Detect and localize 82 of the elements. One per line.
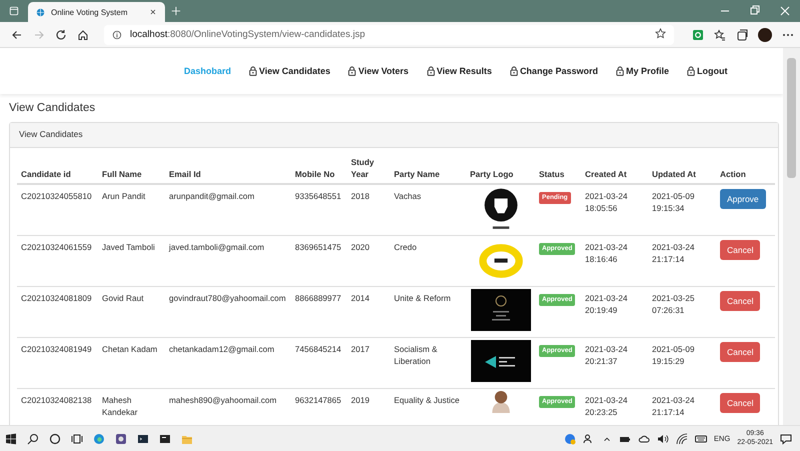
favorite-star-icon[interactable] (655, 28, 666, 38)
column-header: Action (716, 156, 775, 184)
profile-avatar[interactable] (758, 28, 772, 42)
table-cell: 2021-03-24 18:16:46 (581, 236, 648, 287)
close-icon[interactable] (149, 8, 157, 16)
column-header: Created At (581, 156, 648, 184)
table-cell: Unite & Reform (390, 286, 466, 338)
home-icon[interactable] (77, 28, 89, 40)
wifi-icon[interactable] (676, 432, 688, 444)
scrollbar[interactable] (783, 48, 800, 425)
table-cell: 2020 (347, 236, 390, 287)
new-tab-icon[interactable] (171, 6, 181, 16)
table-cell: 2021-03-24 18:05:56 (581, 184, 648, 236)
table-cell: arunpandit@gmail.com (165, 184, 291, 236)
nav-link[interactable]: View Voters (348, 66, 409, 76)
nav-link[interactable]: View Candidates (249, 66, 330, 76)
column-header: Email Id (165, 156, 291, 184)
app-icon[interactable] (115, 432, 127, 444)
start-icon[interactable] (5, 432, 17, 444)
table-cell: 2021-05-09 19:15:29 (648, 338, 716, 389)
nav-link[interactable]: Logout (686, 66, 728, 76)
keyboard-icon[interactable] (694, 432, 707, 444)
column-header: Status (535, 156, 581, 184)
nav-link[interactable]: Change Password (510, 66, 598, 76)
table-cell: 8866889977 (291, 286, 347, 338)
table-cell: 2021-03-24 20:21:37 (581, 338, 648, 389)
browser-icon[interactable] (93, 432, 105, 444)
approve-button[interactable]: Approve (720, 189, 766, 210)
table-cell: Socialism & Liberation (390, 338, 466, 389)
tab-actions-icon[interactable] (9, 6, 19, 16)
info-icon (112, 30, 122, 40)
table-cell: 2014 (347, 286, 390, 338)
back-icon[interactable] (11, 28, 23, 40)
table-cell: Credo (390, 236, 466, 287)
table-cell: 2021-03-25 07:26:31 (648, 286, 716, 338)
extension-icon[interactable] (692, 28, 704, 40)
volume-icon[interactable] (656, 432, 669, 444)
globe-icon (36, 8, 45, 16)
table-cell: Chetan Kadam (98, 338, 165, 389)
cancel-button[interactable]: Cancel (720, 240, 760, 260)
table-cell: C20210324081949 (17, 338, 98, 389)
browser-tab[interactable]: Online Voting System (28, 2, 165, 22)
cancel-button[interactable]: Cancel (720, 342, 760, 362)
column-header: Full Name (98, 156, 165, 184)
table-cell: 2021-05-09 19:15:34 (648, 184, 716, 236)
table-cell: Vachas (390, 184, 466, 236)
table-cell: Arun Pandit (98, 184, 165, 236)
nav-link[interactable]: View Results (426, 66, 492, 76)
column-header: Updated At (648, 156, 716, 184)
card-header: View Candidates (10, 123, 778, 148)
cancel-button[interactable]: Cancel (720, 393, 760, 414)
table-cell: javed.tamboli@gmail.com (165, 236, 291, 287)
column-header: Party Logo (466, 156, 535, 184)
cloud-icon[interactable] (638, 432, 650, 444)
column-header: Candidate id (17, 156, 98, 184)
page-title: View Candidates (9, 102, 96, 114)
column-header: Mobile No (291, 156, 347, 184)
table-cell: 8369651475 (291, 236, 347, 287)
table-cell: 2017 (347, 338, 390, 389)
table-cell: 2018 (347, 184, 390, 236)
address-bar[interactable]: localhost:8080/OnlineVotingSystem/view-candidates.jsp (104, 24, 674, 44)
table-cell: Govid Raut (98, 286, 165, 338)
table-cell: chetankadam12@gmail.com (165, 338, 291, 389)
table-cell: govindraut780@yahoomail.com (165, 286, 291, 338)
search-icon[interactable] (27, 432, 39, 444)
collections-icon[interactable] (736, 28, 748, 40)
table-cell: C20210324055810 (17, 184, 98, 236)
table-cell: 9335648551 (291, 184, 347, 236)
cancel-button[interactable]: Cancel (720, 291, 760, 312)
notifications-icon[interactable] (780, 432, 792, 444)
table-cell: Javed Tamboli (98, 236, 165, 287)
nav-link[interactable]: My Profile (616, 66, 669, 76)
column-header: Party Name (390, 156, 466, 184)
table-cell: 7456845214 (291, 338, 347, 389)
table-cell: 2021-03-24 21:17:14 (648, 236, 716, 287)
column-header: Study Year (347, 156, 390, 184)
favorites-icon[interactable] (714, 28, 726, 40)
reload-icon[interactable] (55, 28, 67, 40)
table-cell: C20210324061559 (17, 236, 98, 287)
table-cell: C20210324081809 (17, 286, 98, 338)
task-view-icon[interactable] (71, 432, 83, 444)
table-cell: 2021-03-24 20:19:49 (581, 286, 648, 338)
